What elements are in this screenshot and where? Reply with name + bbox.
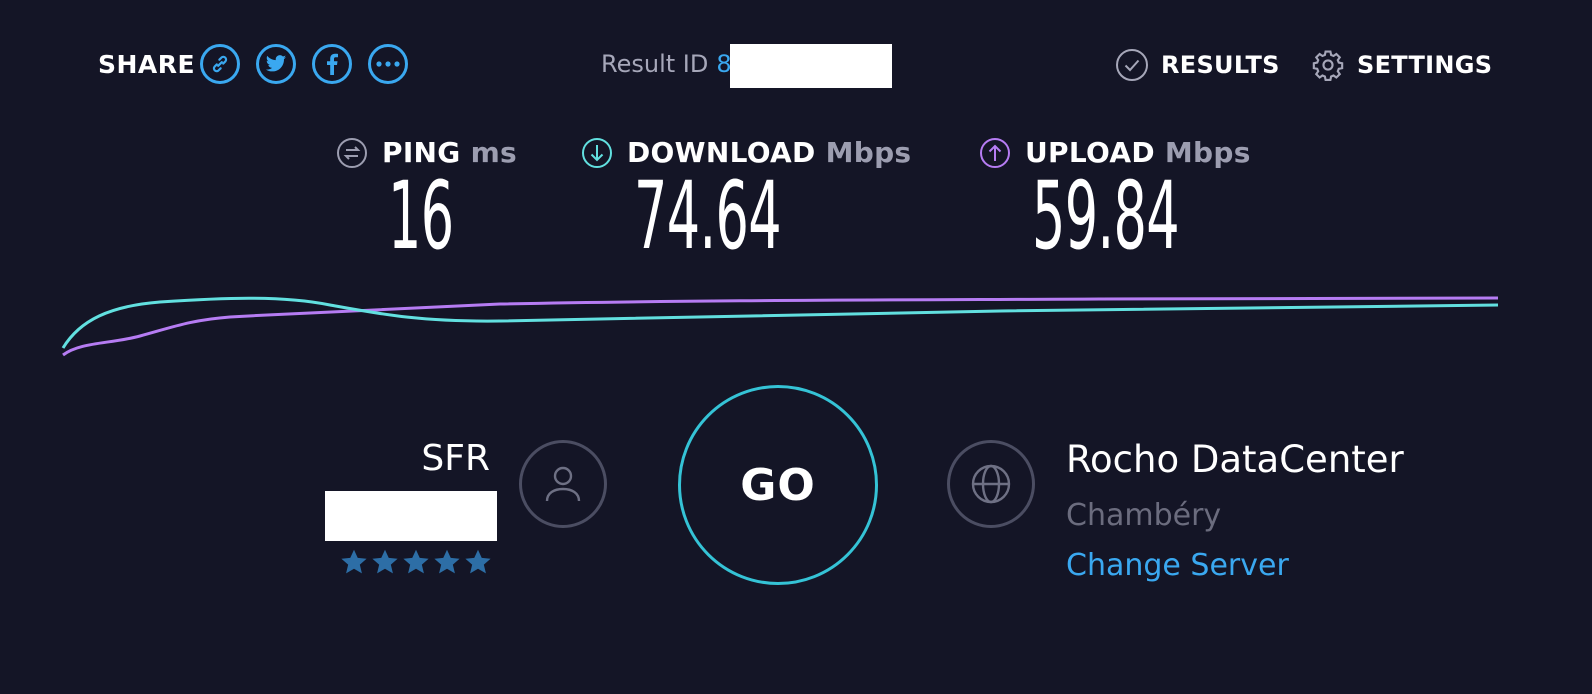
star-icon [465, 549, 491, 574]
results-label: RESULTS [1161, 51, 1280, 79]
ping-icon [337, 137, 367, 168]
server-name: Rocho DataCenter [1066, 438, 1404, 481]
settings-label: SETTINGS [1357, 51, 1493, 79]
star-icon [434, 549, 460, 574]
isp-user-badge [519, 440, 607, 528]
star-icon [341, 549, 367, 574]
isp-rating[interactable] [340, 548, 492, 576]
user-icon [545, 466, 581, 502]
result-id-label: Result ID [601, 50, 709, 78]
share-twitter-button[interactable] [256, 44, 296, 84]
check-circle-icon [1116, 49, 1148, 81]
star-icon [372, 549, 398, 574]
share-more-button[interactable] [368, 44, 408, 84]
share-label: SHARE [98, 50, 196, 79]
gear-icon [1312, 50, 1344, 81]
server-globe-badge [947, 440, 1035, 528]
ping-value: 16 [388, 162, 454, 271]
download-line [61, 296, 1499, 349]
share-facebook-button[interactable] [312, 44, 352, 84]
upload-value: 59.84 [1032, 162, 1180, 271]
link-icon [212, 55, 228, 73]
download-value: 74.64 [634, 162, 782, 271]
facebook-icon [327, 53, 338, 75]
settings-button[interactable]: SETTINGS [1311, 48, 1492, 82]
go-button[interactable]: GO [678, 385, 878, 585]
results-button[interactable]: RESULTS [1115, 48, 1280, 82]
ping-unit: ms [470, 136, 518, 169]
more-icon [376, 61, 400, 67]
result-id: Result ID 8 [601, 50, 732, 78]
isp-name: SFR [421, 438, 490, 479]
share-link-button[interactable] [200, 44, 240, 84]
twitter-icon [265, 55, 287, 72]
download-unit: Mbps [825, 136, 912, 169]
globe-icon [971, 464, 1011, 504]
speed-graph [61, 296, 1499, 357]
server-location: Chambéry [1066, 498, 1222, 533]
redaction-block [325, 491, 497, 541]
upload-icon [980, 137, 1010, 168]
change-server-link[interactable]: Change Server [1066, 548, 1289, 583]
redaction-block [730, 44, 892, 88]
download-icon [582, 137, 612, 168]
star-icon [403, 549, 429, 574]
